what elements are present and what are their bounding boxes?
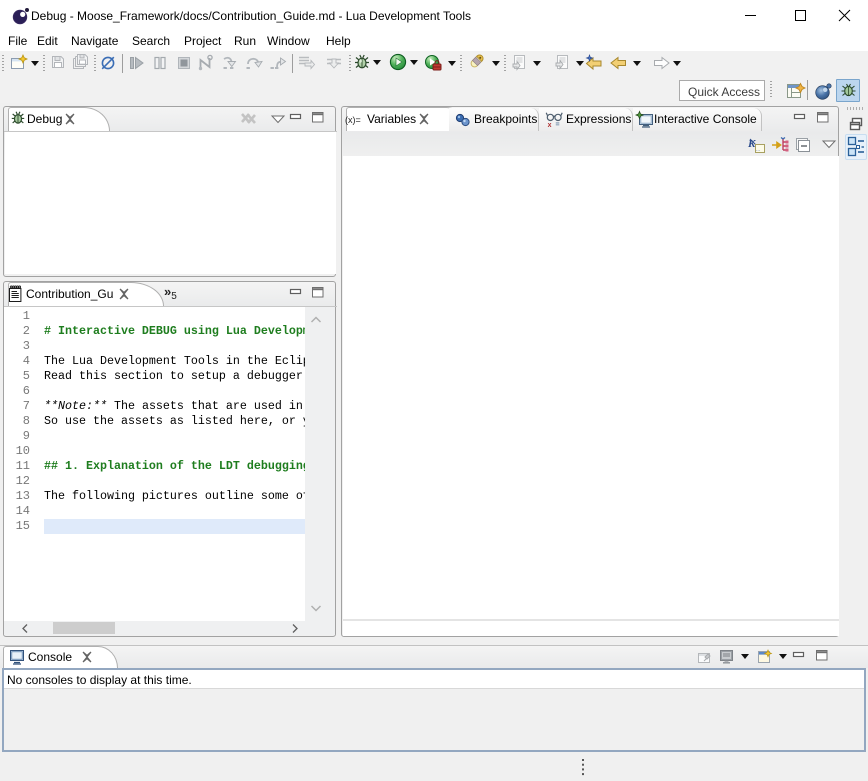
- svg-text:...: ...: [756, 147, 760, 153]
- svg-text:(x)=: (x)=: [345, 115, 361, 125]
- svg-text:=: =: [556, 122, 560, 129]
- svg-text:x: x: [548, 122, 552, 129]
